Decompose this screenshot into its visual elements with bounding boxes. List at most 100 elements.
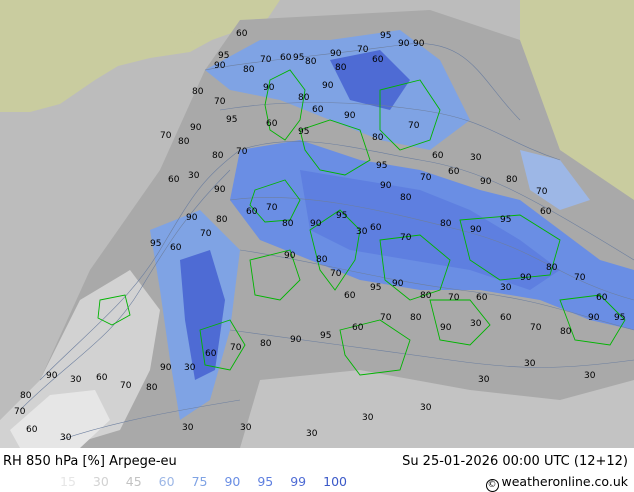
- contour-label: 60: [280, 53, 292, 63]
- contour-label: 80: [410, 313, 422, 323]
- contour-label: 70: [574, 273, 586, 283]
- contour-label: 70: [357, 45, 369, 55]
- contour-label: 60: [26, 425, 38, 435]
- contour-label: 30: [500, 283, 512, 293]
- contour-label: 80: [212, 151, 224, 161]
- contour-label: 70: [214, 97, 226, 107]
- scale-level-15: 15: [60, 474, 76, 489]
- contour-label: 90: [186, 213, 198, 223]
- contour-label: 60: [344, 291, 356, 301]
- contour-label: 70: [448, 293, 460, 303]
- contour-label: 70: [330, 269, 342, 279]
- contour-label: 70: [236, 147, 248, 157]
- contour-label: 30: [362, 413, 374, 423]
- scale-level-100: 100: [323, 474, 347, 489]
- contour-label: 90: [520, 273, 532, 283]
- contour-label: 70: [408, 121, 420, 131]
- contour-label: 30: [240, 423, 252, 433]
- contour-label: 70: [536, 187, 548, 197]
- contour-label: 80: [192, 87, 204, 97]
- contour-label: 90: [440, 323, 452, 333]
- contour-label: 80: [560, 327, 572, 337]
- contour-label: 80: [20, 391, 32, 401]
- contour-label: 90: [160, 363, 172, 373]
- contour-label: 30: [356, 227, 368, 237]
- contour-label: 80: [243, 65, 255, 75]
- map-footer: RH 850 hPa [%] Arpege-eu Su 25-01-2026 0…: [0, 448, 634, 492]
- map-area[interactable]: 60 95 90 80 70 60 95 90 80 70 60 95 90 90 80 90 80 60 90 80…: [0, 0, 634, 448]
- contour-label: 90: [214, 61, 226, 71]
- contour-label: 30: [306, 429, 318, 439]
- contour-label: 80: [216, 215, 228, 225]
- contour-label: 80: [146, 383, 158, 393]
- contour-label: 90: [480, 177, 492, 187]
- contour-label: 90: [380, 181, 392, 191]
- contour-label: 60: [448, 167, 460, 177]
- contour-label: 90: [290, 335, 302, 345]
- contour-label: 60: [312, 105, 324, 115]
- contour-label: 95: [320, 331, 331, 341]
- contour-label: 30: [524, 359, 536, 369]
- contour-label: 95: [218, 51, 229, 61]
- contour-label: 90: [470, 225, 482, 235]
- contour-label: 80: [440, 219, 452, 229]
- contour-label: 70: [400, 233, 412, 243]
- contour-label: 30: [188, 171, 200, 181]
- contour-label: 80: [178, 137, 190, 147]
- contour-label: 60: [266, 119, 278, 129]
- contour-label: 95: [150, 239, 161, 249]
- map-timestamp: Su 25-01-2026 00:00 UTC (12+12): [402, 454, 628, 469]
- contour-label: 30: [478, 375, 490, 385]
- contour-label: 30: [60, 433, 72, 443]
- contour-label: 95: [614, 313, 625, 323]
- contour-label: 90: [214, 185, 226, 195]
- contour-label: 60: [236, 29, 248, 39]
- contour-label: 90: [413, 39, 425, 49]
- contour-label: 80: [546, 263, 558, 273]
- contour-label: 70: [230, 343, 242, 353]
- contour-label: 90: [588, 313, 600, 323]
- contour-label: 30: [584, 371, 596, 381]
- contour-label: 70: [260, 55, 272, 65]
- contour-label: 60: [540, 207, 552, 217]
- contour-label: 90: [344, 111, 356, 121]
- credit[interactable]: © weatheronline.co.uk: [485, 474, 629, 492]
- contour-label: 90: [46, 371, 58, 381]
- contour-label: 80: [420, 291, 432, 301]
- scale-level-95: 95: [257, 474, 274, 489]
- contour-label: 80: [400, 193, 412, 203]
- contour-label: 70: [120, 381, 132, 391]
- contour-label: 95: [336, 211, 347, 221]
- contour-label: 80: [335, 63, 347, 73]
- contour-label: 60: [170, 243, 182, 253]
- scale-level-45: 45: [125, 474, 142, 489]
- contour-label: 80: [506, 175, 518, 185]
- contour-label: 80: [372, 133, 384, 143]
- contour-label: 60: [500, 313, 512, 323]
- contour-label: 30: [184, 363, 196, 373]
- scale-level-99: 99: [290, 474, 307, 489]
- contour-label: 90: [398, 39, 410, 49]
- contour-label: 60: [168, 175, 180, 185]
- map-title: RH 850 hPa [%] Arpege-eu: [3, 454, 177, 469]
- contour-label: 95: [226, 115, 237, 125]
- scale-level-60: 60: [158, 474, 175, 489]
- scale-level-30: 30: [92, 474, 109, 489]
- scale-level-90: 90: [224, 474, 241, 489]
- contour-label: 95: [500, 215, 511, 225]
- contour-label: 60: [596, 293, 608, 303]
- contour-label: 60: [476, 293, 488, 303]
- contour-label: 70: [380, 313, 392, 323]
- contour-label: 90: [310, 219, 322, 229]
- contour-label: 30: [470, 319, 482, 329]
- contour-label: 70: [420, 173, 432, 183]
- contour-label: 70: [160, 131, 172, 141]
- contour-label: 95: [298, 127, 309, 137]
- contour-label: 70: [14, 407, 26, 417]
- contour-label: 80: [260, 339, 272, 349]
- contour-label: 90: [284, 251, 296, 261]
- contour-label: 90: [322, 81, 334, 91]
- contour-label: 95: [376, 161, 387, 171]
- map-canvas: 609590 8070 60 95 908070609590 90809080609080…: [0, 0, 634, 448]
- credit-text: weatheronline.co.uk: [501, 474, 629, 489]
